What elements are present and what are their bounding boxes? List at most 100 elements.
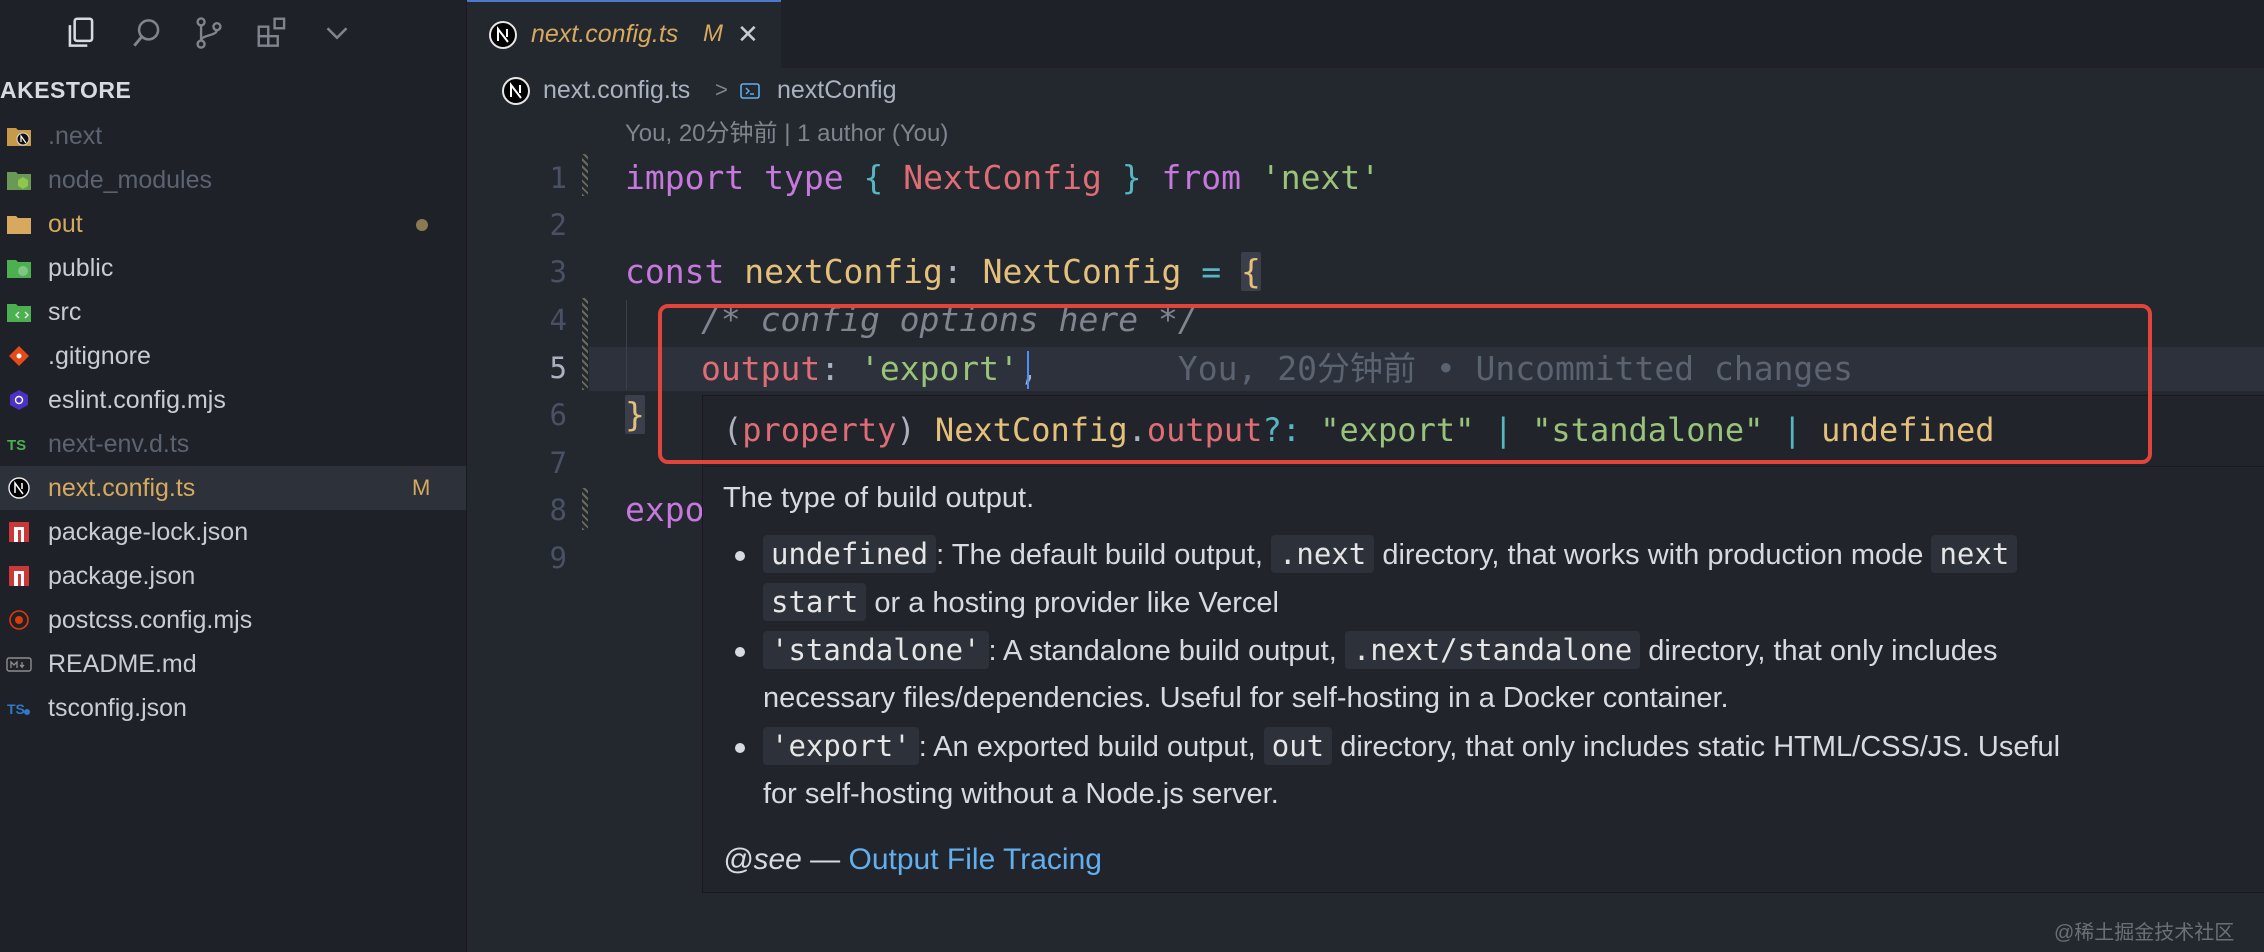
file-name: tsconfig.json [48,694,187,722]
bullet-text: : An exported build output, [918,731,1256,763]
npm-icon [6,565,32,587]
postcss-icon [6,609,32,631]
string-literal: 'next' [1260,158,1381,197]
variable-icon [740,83,760,99]
file-item[interactable]: next.config.ts M [0,466,466,510]
file-item[interactable]: .next [0,114,466,158]
explorer-title: AKESTORE [0,77,132,103]
git-change-marker[interactable] [582,488,588,530]
bullet-text: directory, that only includes static HTM… [1340,731,2061,763]
svg-text:TS: TS [7,701,25,717]
inline-code: undefined [763,535,937,573]
file-item[interactable]: package-lock.json [0,510,466,554]
divider [703,466,2264,467]
inline-code: .next/standalone [1344,631,1641,669]
file-item[interactable]: TS next-env.d.ts [0,422,466,466]
type-name: NextConfig [903,158,1102,197]
public-folder-icon [6,257,32,279]
git-change-marker[interactable] [582,154,588,196]
punctuation: } [1121,158,1142,197]
file-item[interactable]: README.md [0,642,466,686]
bullet-line: for self-hosting without a Node.js serve… [763,770,1279,818]
activity-bar [0,0,466,68]
git-status-badge: M [412,475,431,500]
svg-text:TS: TS [7,437,26,454]
line-number: 7 [549,446,567,480]
node-folder-icon [6,169,32,191]
tab-bar: next.config.ts M ✕ [467,0,2264,68]
file-item[interactable]: .gitignore [0,334,466,378]
see-dash: — [810,843,841,876]
line-number: 8 [549,493,567,527]
inline-code: start [763,583,867,621]
breadcrumb-symbol[interactable]: nextConfig [777,72,897,108]
file-item[interactable]: out [0,202,466,246]
inline-code: .next [1270,535,1375,573]
line-number: 1 [549,161,567,195]
git-change-marker[interactable] [582,298,588,390]
bullet-dot [735,743,745,753]
sidebar: AKESTORE .next node_modulesout public src .g… [0,0,467,952]
explorer-icon[interactable] [62,14,100,52]
search-icon[interactable] [128,14,166,52]
bracket-match: } [625,395,645,434]
bracket-match: { [1240,252,1261,291]
breadcrumb-separator: > [715,77,728,102]
eslint-icon [6,389,32,411]
markdown-icon [6,653,32,675]
file-item[interactable]: TS tsconfig.json [0,686,466,730]
bullet-line: start or a hosting provider like Vercel [763,578,1279,627]
tab-next-config[interactable]: next.config.ts M ✕ [467,0,781,68]
hover-description: The type of build output. [723,482,1035,514]
punctuation: { [863,158,884,197]
file-item[interactable]: postcss.config.mjs [0,598,466,642]
bullet-text: or a hosting provider like Vercel [874,587,1279,619]
file-name: .gitignore [48,342,151,370]
bullet-text: : The default build output, [936,539,1263,571]
hover-tooltip[interactable]: (property) NextConfig.output?: "export" … [702,395,2264,893]
breadcrumb-file[interactable]: next.config.ts [543,72,690,108]
folder-icon [6,213,32,235]
src-folder-icon [6,301,32,323]
see-link[interactable]: Output File Tracing [849,843,1102,876]
code-line-1[interactable]: import type { NextConfig } from 'next' [625,156,1380,200]
file-item[interactable]: public [0,246,466,290]
file-name: next-env.d.ts [48,430,190,458]
codelens-blame[interactable]: You, 20分钟前 | 1 author (You) [625,118,948,150]
modified-dot [416,219,428,231]
line-number: 4 [549,303,567,337]
npm-icon [6,521,32,543]
close-icon[interactable]: ✕ [737,2,759,66]
operator: = [1201,252,1222,291]
keyword: from [1161,158,1241,197]
file-item[interactable]: eslint.config.mjs [0,378,466,422]
code-line-3[interactable]: const nextConfig: NextConfig = { [625,250,1261,294]
nextjs-icon [6,477,32,499]
file-item[interactable]: src [0,290,466,334]
source-control-icon[interactable] [190,14,228,52]
file-name: next.config.ts [48,474,196,502]
punctuation: : [942,252,963,291]
line-number: 6 [549,398,567,432]
file-name: node_modules [48,166,213,194]
line-number-current: 5 [549,351,567,385]
inline-code: next [1931,535,2018,573]
inline-code: 'standalone' [763,631,989,669]
file-item[interactable]: package.json [0,554,466,598]
file-name: package.json [48,562,196,590]
file-name: eslint.config.mjs [48,386,226,414]
bullet-text: directory, that works with production mo… [1382,539,1924,571]
line-number: 3 [549,255,567,289]
chevron-down-icon[interactable] [318,14,356,52]
type-name: NextConfig [982,252,1182,291]
code-line-8[interactable]: expo [625,488,704,532]
keyword: const [625,252,725,291]
doc-bullet: 'export': An exported build output, out … [723,722,2243,818]
code-line-6[interactable]: } [625,393,645,437]
line-number: 2 [549,208,567,242]
extensions-icon[interactable] [254,14,292,52]
doc-bullet: 'standalone': A standalone build output,… [723,626,2243,722]
file-item[interactable]: node_modules [0,158,466,202]
bullet-text: : A standalone build output, [988,635,1337,667]
bullet-dot [735,551,745,561]
